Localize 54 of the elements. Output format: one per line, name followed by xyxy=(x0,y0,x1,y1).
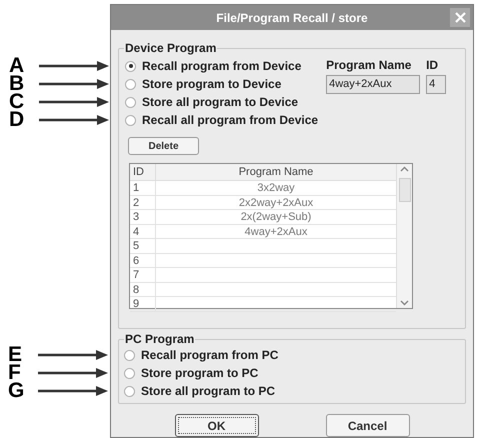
callout-letter: E xyxy=(8,344,24,366)
dialog-button[interactable]: Cancel xyxy=(326,414,410,437)
table-cell: 2 xyxy=(130,196,156,210)
arrow-icon xyxy=(38,350,108,360)
program-name-field[interactable]: 4way+2xAux xyxy=(326,75,420,94)
callout-letter: D xyxy=(9,109,26,132)
scrollbar[interactable] xyxy=(396,164,412,308)
table-cell-text: 2x2way+2xAux xyxy=(238,196,314,210)
table-cell: 4 xyxy=(130,224,156,238)
field-label: ID xyxy=(426,57,438,74)
table-cell: 3 xyxy=(130,210,156,224)
radio-label: Store program to Device xyxy=(142,76,282,94)
table-cell: 5 xyxy=(130,239,156,253)
radio-label: Store all program to PC xyxy=(141,383,276,400)
radio-label: Store program to PC xyxy=(141,365,258,382)
table-cell: 8 xyxy=(130,282,156,296)
table-cell: 9 xyxy=(130,297,156,311)
table-cell-text: 4way+2xAux xyxy=(244,224,308,238)
table-cell-text: 3x2way xyxy=(256,181,296,195)
callout-letter: G xyxy=(8,380,26,402)
table-cell: 6 xyxy=(130,254,156,268)
radio-label: Recall program from Device xyxy=(142,58,302,76)
arrow-icon xyxy=(38,368,108,378)
group-title: PC Program xyxy=(124,333,196,346)
table-cell-text: 2x(2way+Sub) xyxy=(240,210,312,224)
close-icon[interactable] xyxy=(450,8,470,27)
group-title: Device Program xyxy=(124,42,218,56)
arrow-icon xyxy=(39,115,109,126)
radio-label: Recall program from PC xyxy=(141,347,278,364)
arrow-icon xyxy=(38,386,108,396)
arrow-icon xyxy=(39,61,109,72)
radio-label: Recall all program from Device xyxy=(142,112,318,130)
column-header[interactable]: Program Name xyxy=(156,164,396,180)
radio-label: Store all program to Device xyxy=(142,94,298,112)
arrow-icon xyxy=(39,79,109,90)
window-title: File/Program Recall / store xyxy=(215,10,369,26)
dialog-button[interactable]: OK xyxy=(174,414,258,437)
radio-button[interactable] xyxy=(125,78,136,90)
table-cell: 7 xyxy=(130,268,156,282)
radio-button[interactable] xyxy=(125,60,136,72)
arrow-icon xyxy=(39,97,109,108)
radio-button[interactable] xyxy=(124,386,135,396)
table-cell: 1 xyxy=(130,181,156,195)
radio-button[interactable] xyxy=(125,96,136,108)
scroll-thumb[interactable] xyxy=(398,178,410,202)
column-header[interactable]: ID xyxy=(130,164,156,180)
radio-button[interactable] xyxy=(125,114,136,126)
scroll-down-icon[interactable] xyxy=(400,300,409,306)
id-field[interactable]: 4 xyxy=(426,75,446,94)
radio-button[interactable] xyxy=(124,368,135,378)
scroll-up-icon[interactable] xyxy=(400,166,409,172)
field-label: Program Name xyxy=(326,57,412,74)
radio-button[interactable] xyxy=(124,350,135,360)
delete-button[interactable]: Delete xyxy=(128,137,199,156)
